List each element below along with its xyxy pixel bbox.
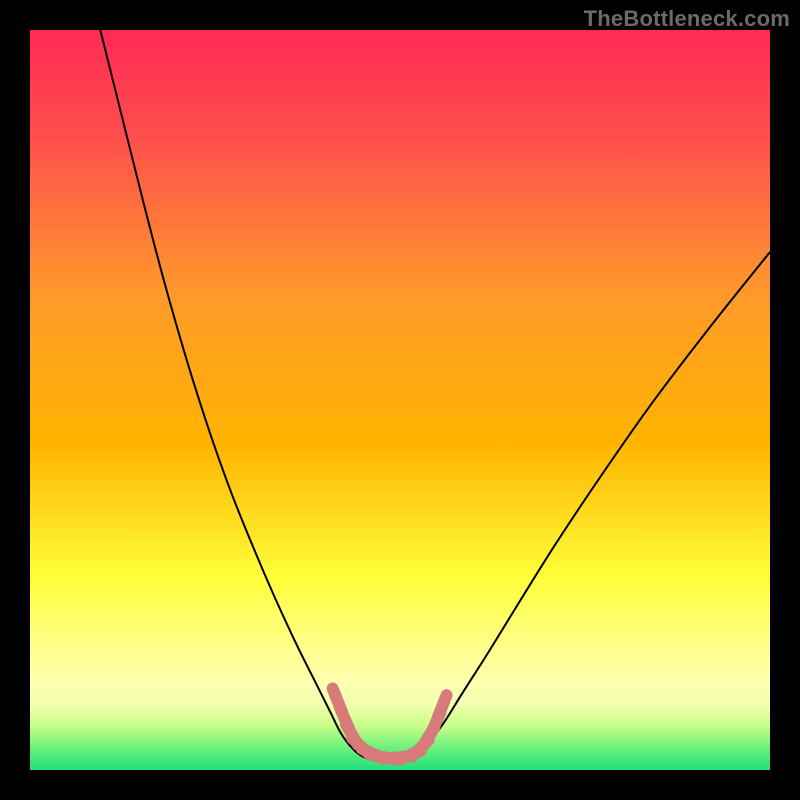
chart-frame: TheBottleneck.com — [0, 0, 800, 800]
gradient-background — [30, 30, 770, 770]
highlight-dot — [438, 695, 447, 717]
watermark-text: TheBottleneck.com — [584, 6, 790, 32]
chart-svg — [30, 30, 770, 770]
plot-area — [30, 30, 770, 770]
